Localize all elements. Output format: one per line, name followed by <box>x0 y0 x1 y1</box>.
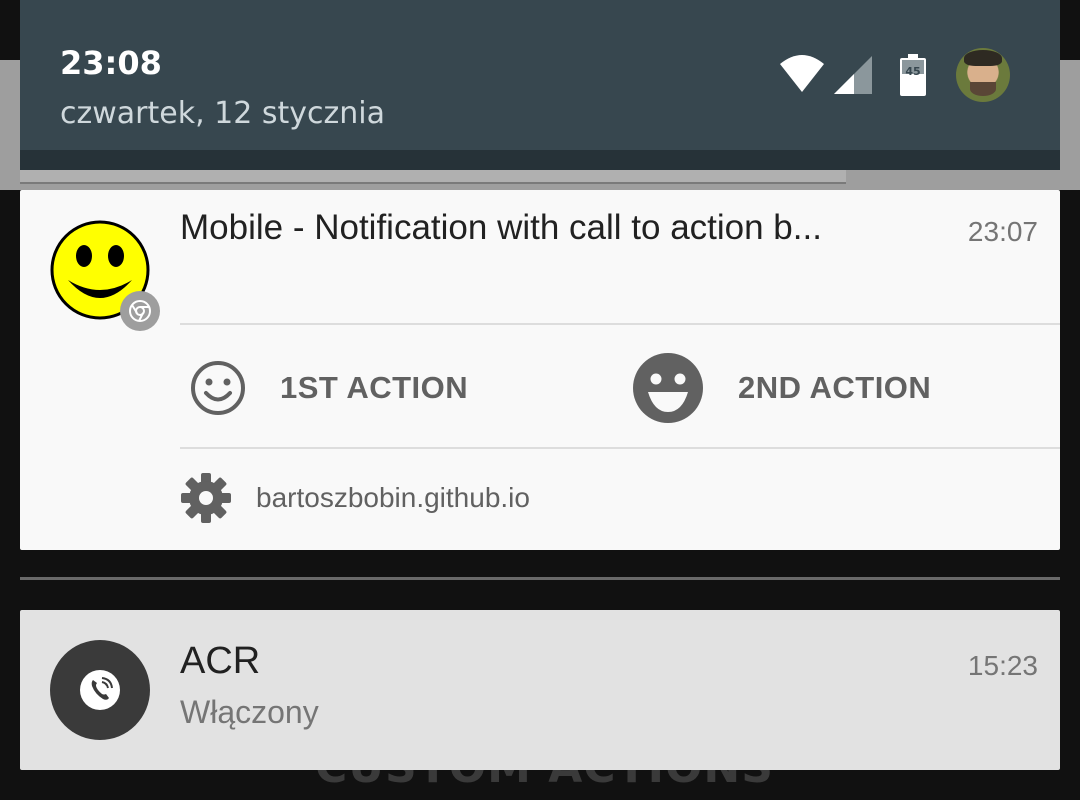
chrome-icon <box>120 291 160 331</box>
divider <box>180 447 1060 449</box>
wifi-icon <box>780 55 824 92</box>
notification-time: 23:07 <box>967 216 1038 247</box>
acr-notification-subtitle: Włączony <box>180 694 319 730</box>
first-action-button[interactable]: 1ST ACTION <box>190 350 610 426</box>
phone-icon-inner <box>80 670 120 710</box>
first-action-label: 1ST ACTION <box>280 370 469 405</box>
handset-glyph <box>91 677 113 700</box>
site-settings-row[interactable]: bartoszbobin.github.io <box>180 468 530 528</box>
avatar-beard <box>970 82 996 96</box>
battery-level-text: 45 <box>905 65 920 78</box>
acr-notification-card[interactable]: ACR Włączony 15:23 <box>20 610 1060 770</box>
status-date[interactable]: czwartek, 12 stycznia <box>60 96 385 131</box>
battery-icon: 45 <box>900 54 926 96</box>
site-origin-label: bartoszbobin.github.io <box>256 482 530 513</box>
second-action-label: 2ND ACTION <box>738 370 932 405</box>
avatar-hair <box>964 50 1002 66</box>
status-clock: 23:08 <box>60 44 162 82</box>
acr-notification-title: ACR <box>180 640 261 682</box>
divider <box>180 323 1060 325</box>
web-notification-card[interactable]: Mobile - Notification with call to actio… <box>20 190 1060 550</box>
user-avatar[interactable] <box>956 48 1010 102</box>
second-action-button[interactable]: 2ND ACTION <box>632 350 1032 426</box>
cellular-signal-icon <box>834 56 872 94</box>
gear-icon <box>181 473 231 523</box>
quick-settings-header[interactable]: 23:08 czwartek, 12 stycznia 45 <box>20 0 1060 170</box>
smiley-filled-icon <box>633 353 703 423</box>
section-divider <box>20 577 1060 580</box>
phone-icon <box>50 640 150 740</box>
header-bottom-strip <box>20 150 1060 170</box>
acr-notification-time: 15:23 <box>967 650 1038 681</box>
smiley-outline-icon <box>191 361 245 415</box>
notification-title: Mobile - Notification with call to actio… <box>180 208 822 247</box>
